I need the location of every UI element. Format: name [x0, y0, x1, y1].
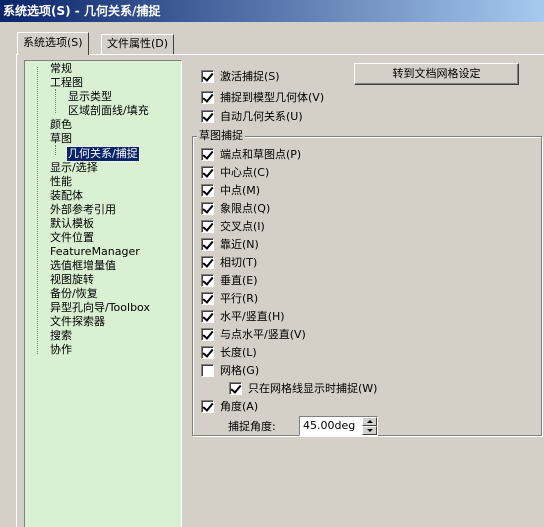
spin-buttons: [362, 417, 377, 435]
tab-document-properties[interactable]: 文件属性(D): [101, 34, 175, 54]
snap-endpoints[interactable]: 端点和草图点(P): [201, 146, 301, 162]
option-enable-snapping[interactable]: 激活捕捉(S): [201, 68, 280, 84]
checkbox[interactable]: [201, 109, 214, 123]
snap-intersections[interactable]: 交叉点(I): [201, 218, 265, 234]
option-label: 自动几何关系(U): [220, 110, 303, 123]
option-label: 中点(M): [220, 184, 261, 197]
tree-item-default-templates[interactable]: 默认模板: [49, 217, 95, 231]
checkbox[interactable]: [201, 147, 214, 161]
checkbox[interactable]: [201, 327, 214, 341]
option-label: 象限点(Q): [220, 202, 271, 215]
option-snap-to-model-geometry[interactable]: 捕捉到模型几何体(V): [201, 89, 324, 105]
option-label: 垂直(E): [220, 274, 258, 287]
options-tree[interactable]: 常规 工程图 显示类型 区域剖面线/填充 颜色 草图 几何关系/捕捉 显示/选择…: [24, 60, 182, 527]
tab-system-options[interactable]: 系统选项(S): [17, 32, 89, 55]
tree-item-performance[interactable]: 性能: [49, 175, 73, 189]
checkbox[interactable]: [201, 255, 214, 269]
snap-nearest[interactable]: 靠近(N): [201, 236, 259, 252]
checkbox[interactable]: [201, 201, 214, 215]
checkbox[interactable]: [201, 183, 214, 197]
tree-item-spin-box-increments[interactable]: 选值框增量值: [49, 259, 117, 273]
tree-connector: [37, 67, 38, 354]
snap-horizontal-vertical-to-points[interactable]: 与点水平/竖直(V): [201, 326, 306, 342]
snap-tangent[interactable]: 相切(T): [201, 254, 257, 270]
checkbox[interactable]: [201, 90, 214, 104]
tree-item-featuremanager[interactable]: FeatureManager: [49, 245, 141, 259]
option-label: 只在网格线显示时捕捉(W): [248, 382, 378, 395]
sketch-snaps-title: 草图捕捉: [197, 129, 245, 143]
tree-item-file-locations[interactable]: 文件位置: [49, 231, 95, 245]
tree-item-hole-wizard-toolbox[interactable]: 异型孔向导/Toolbox: [49, 301, 151, 315]
tree-item-display-selection[interactable]: 显示/选择: [49, 161, 99, 175]
tree-item-file-explorer[interactable]: 文件探索器: [49, 315, 106, 329]
option-label: 长度(L): [220, 346, 257, 359]
checkbox[interactable]: [201, 345, 214, 359]
window-title: 系统选项(S) - 几何关系/捕捉: [0, 0, 544, 22]
checkbox[interactable]: [201, 291, 214, 305]
snap-angle-label: 捕捉角度:: [228, 420, 276, 433]
option-label: 相切(T): [220, 256, 258, 269]
option-label: 角度(A): [220, 400, 259, 413]
snap-perpendicular[interactable]: 垂直(E): [201, 272, 258, 288]
checkbox[interactable]: [201, 273, 214, 287]
tree-item-drawings[interactable]: 工程图: [49, 76, 84, 90]
option-label: 捕捉到模型几何体(V): [220, 91, 325, 104]
option-label: 靠近(N): [220, 238, 259, 251]
snap-only-when-grid-displayed[interactable]: 只在网格线显示时捕捉(W): [229, 380, 377, 396]
checkbox[interactable]: [201, 165, 214, 179]
option-label: 端点和草图点(P): [220, 148, 302, 161]
snap-horizontal-vertical[interactable]: 水平/竖直(H): [201, 308, 285, 324]
snap-length[interactable]: 长度(L): [201, 344, 257, 360]
tree-item-hatch-fill[interactable]: 区域剖面线/填充: [67, 104, 150, 118]
option-label: 水平/竖直(H): [220, 310, 285, 323]
snap-center-points[interactable]: 中心点(C): [201, 164, 269, 180]
option-label: 中心点(C): [220, 166, 270, 179]
spin-down-icon[interactable]: [362, 426, 377, 435]
checkbox[interactable]: [201, 219, 214, 233]
checkbox[interactable]: [201, 69, 214, 83]
option-label: 与点水平/竖直(V): [220, 328, 306, 341]
snap-angle-spinbox[interactable]: 45.00deg: [299, 416, 378, 436]
checkbox[interactable]: [201, 237, 214, 251]
tree-item-backup-recover[interactable]: 备份/恢复: [49, 287, 99, 301]
tree-item-external-references[interactable]: 外部参考引用: [49, 203, 117, 217]
tree-item-view-rotation[interactable]: 视图旋转: [49, 273, 95, 287]
snap-midpoints[interactable]: 中点(M): [201, 182, 260, 198]
tree-connector: [55, 89, 56, 113]
tree-item-general[interactable]: 常规: [49, 62, 73, 76]
checkbox[interactable]: [201, 309, 214, 323]
tree-connector: [55, 145, 56, 155]
snap-parallel[interactable]: 平行(R): [201, 290, 258, 306]
tree-item-relations-snaps[interactable]: 几何关系/捕捉: [66, 146, 140, 162]
option-label: 激活捕捉(S): [220, 70, 280, 83]
snap-angle-value[interactable]: 45.00deg: [303, 419, 355, 432]
option-label: 网格(G): [220, 364, 260, 377]
snap-quadrant-points[interactable]: 象限点(Q): [201, 200, 270, 216]
tree-item-colors[interactable]: 颜色: [49, 118, 73, 132]
tree-item-collaboration[interactable]: 协作: [49, 343, 73, 357]
spin-up-icon[interactable]: [362, 417, 377, 426]
snap-grid[interactable]: 网格(G): [201, 362, 259, 378]
tree-item-sketch[interactable]: 草图: [49, 132, 73, 146]
tree-item-display-type[interactable]: 显示类型: [67, 90, 113, 104]
option-label: 平行(R): [220, 292, 259, 305]
tree-item-assemblies[interactable]: 装配体: [49, 189, 84, 203]
option-label: 交叉点(I): [220, 220, 265, 233]
checkbox[interactable]: [201, 363, 214, 377]
option-automatic-relations[interactable]: 自动几何关系(U): [201, 108, 303, 124]
checkbox[interactable]: [201, 399, 214, 413]
checkbox[interactable]: [229, 381, 242, 395]
tree-item-search[interactable]: 搜索: [49, 329, 73, 343]
go-to-document-grid-button[interactable]: 转到文档网格设定: [354, 63, 519, 85]
snap-angle[interactable]: 角度(A): [201, 398, 258, 414]
